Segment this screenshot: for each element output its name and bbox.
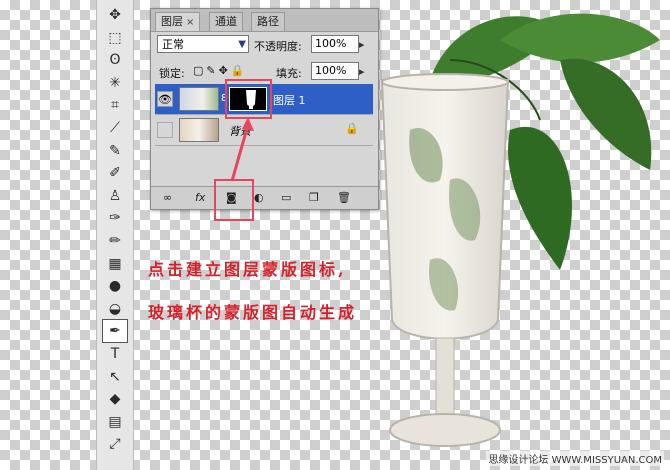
link-icon[interactable]: ∞ xyxy=(163,191,172,204)
eyedropper-icon[interactable]: ⤢ xyxy=(103,433,127,455)
crop-icon[interactable]: ⌗ xyxy=(103,94,127,116)
adjustment-icon[interactable]: ◐ xyxy=(254,191,264,204)
lock-icons[interactable]: ▢✎✥🔒 xyxy=(193,64,248,77)
marquee-icon[interactable]: ⬚ xyxy=(103,27,127,49)
lock-icon: 🔒 xyxy=(345,122,359,135)
lasso-icon[interactable]: ʘ xyxy=(103,49,127,71)
brush-icon[interactable]: ✐ xyxy=(103,162,127,184)
notes-icon[interactable]: ▤ xyxy=(103,411,127,433)
glass-image xyxy=(380,73,510,447)
folder-icon[interactable]: ▭ xyxy=(281,191,291,204)
fill-input[interactable]: 100% xyxy=(311,62,359,80)
mask-highlight-box xyxy=(225,79,272,119)
slice-icon[interactable]: ⟋ xyxy=(103,117,127,139)
move-icon[interactable]: ✥ xyxy=(103,4,127,26)
layer-thumbnail xyxy=(179,118,219,142)
annotation-line-1: 点击建立图层蒙版图标, xyxy=(148,260,347,279)
annotation-line-2: 玻璃杯的蒙版图自动生成 xyxy=(148,303,358,322)
history-brush-icon[interactable]: ✑ xyxy=(103,207,127,229)
watermark: 思缘设计论坛 WWW.MISSYUAN.COM xyxy=(486,451,664,466)
fill-dropdown-icon[interactable]: ▸ xyxy=(359,65,365,78)
magic-wand-icon[interactable]: ✳ xyxy=(103,72,127,94)
fx-icon[interactable]: fx xyxy=(195,191,205,204)
path-select-icon[interactable]: ↖ xyxy=(103,366,127,388)
gradient-icon[interactable]: ▦ xyxy=(103,253,127,275)
layer-row-background[interactable]: 背景 🔒 xyxy=(155,115,373,146)
close-icon[interactable]: × xyxy=(186,17,194,28)
tab-channels[interactable]: 通道 xyxy=(209,12,243,31)
fill-label: 填充: xyxy=(276,67,302,80)
blur-icon[interactable]: ● xyxy=(103,275,127,297)
panel-tabs: 图层 × 通道 路径 xyxy=(151,9,378,32)
layer-thumbnail xyxy=(179,87,219,111)
eye-icon[interactable]: 👁 xyxy=(157,91,173,107)
tools-panel: ✥ ⬚ ʘ ✳ ⌗ ⟋ ✎ ✐ ♙ ✑ ✏ ▦ ● ◒ ✒ T ↖ ◆ ▤ ⤢ xyxy=(96,0,134,470)
visibility-toggle[interactable] xyxy=(157,122,173,138)
new-layer-icon[interactable]: ❐ xyxy=(309,191,319,204)
tab-paths[interactable]: 路径 xyxy=(251,12,285,31)
blend-mode-select[interactable]: 正常 ▼ xyxy=(157,35,249,53)
shape-icon[interactable]: ◆ xyxy=(103,388,127,410)
lock-label: 锁定: xyxy=(159,67,185,80)
tab-layers[interactable]: 图层 × xyxy=(155,12,201,31)
trash-icon[interactable]: 🗑 xyxy=(337,191,351,204)
dodge-icon[interactable]: ◒ xyxy=(103,298,127,320)
opacity-label: 不透明度: xyxy=(254,40,302,53)
type-icon[interactable]: T xyxy=(103,343,127,365)
opacity-input[interactable]: 100% xyxy=(311,35,359,53)
clone-stamp-icon[interactable]: ♙ xyxy=(103,185,127,207)
pen-icon[interactable]: ✒ xyxy=(102,319,128,344)
chevron-down-icon: ▼ xyxy=(238,39,246,50)
eraser-icon[interactable]: ✏ xyxy=(103,230,127,252)
mask-button-highlight-box xyxy=(214,179,254,221)
layer-name: 图层 1 xyxy=(273,94,306,107)
panel-footer: ∞ fx ◙ ◐ ▭ ❐ 🗑 xyxy=(151,186,378,209)
arrow-annotation xyxy=(230,117,254,182)
opacity-dropdown-icon[interactable]: ▸ xyxy=(359,38,365,51)
healing-icon[interactable]: ✎ xyxy=(103,140,127,162)
